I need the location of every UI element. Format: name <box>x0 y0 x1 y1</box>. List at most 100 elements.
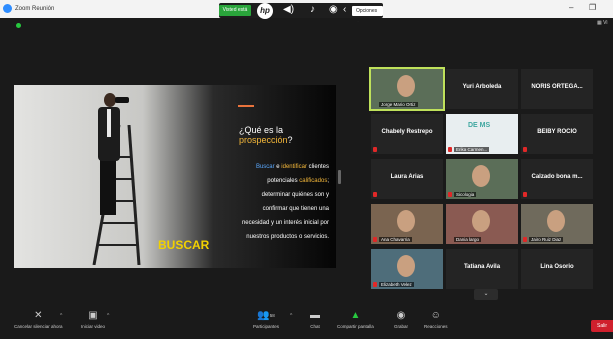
slide-text-segment: determinar quiénes son y <box>261 192 329 198</box>
binoculars-icon <box>115 97 129 103</box>
participant-name-label: Ana Chavarria <box>379 237 412 242</box>
participant-name: Yuri Arboleda <box>462 84 502 90</box>
record-icon: ◉ <box>396 310 406 321</box>
sharing-status-badge[interactable]: Visted está <box>219 5 251 16</box>
start-video-button[interactable]: ▣ Iniciar video <box>81 310 105 330</box>
participant-tile[interactable]: Chabely Restrepo <box>371 114 443 154</box>
encryption-status-icon[interactable] <box>16 23 21 28</box>
participant-name-label: Dania largo <box>454 237 482 242</box>
participant-name: Calzado bona m... <box>531 174 583 180</box>
participant-name: Laura Arias <box>390 174 424 180</box>
slide-body-line: Buscar e identificar clientes <box>214 160 329 174</box>
view-toggle[interactable]: ▦ Vi <box>597 20 607 26</box>
participant-tile[interactable]: Yuri Arboleda <box>446 69 518 109</box>
participant-name: Lina Osorio <box>540 264 574 270</box>
participant-name: NORIS ORTEGA... <box>531 84 583 90</box>
maximize-button[interactable]: ❐ <box>589 3 596 12</box>
mute-button[interactable]: ✕ Cancelar silenciar ahora <box>14 311 63 330</box>
participant-name-label: Jorge Mario Ortiz <box>379 102 418 107</box>
participant-name: Chabely Restrepo <box>381 129 433 135</box>
slide-heading-highlight: prospección? <box>239 135 293 145</box>
slide-body-line: determinar quiénes son y <box>214 188 329 202</box>
participants-button[interactable]: 👥58 Participantes <box>253 310 279 330</box>
muted-mic-icon <box>373 237 377 242</box>
participant-video-face <box>547 210 565 232</box>
participant-video-face <box>397 75 415 97</box>
slide-text-segment: Buscar <box>255 164 275 170</box>
caret-up-icon[interactable]: ^ <box>60 313 62 319</box>
slide-heading: ¿Qué es la <box>239 125 284 135</box>
participant-tile[interactable]: Lina Osorio <box>521 249 593 289</box>
participant-tile[interactable]: Dania largo <box>446 204 518 244</box>
muted-mic-icon <box>523 192 527 197</box>
panel-resize-handle[interactable] <box>338 170 341 184</box>
slide-text-segment: necesidad y un interés inicial por <box>241 220 329 226</box>
broadcast-icon[interactable]: ◉ <box>329 4 338 15</box>
participant-tile[interactable]: DE MS Erika Carmen... <box>446 114 518 154</box>
caret-up-icon[interactable]: ^ <box>290 313 292 319</box>
participant-tile[interactable]: Ana Chavarria <box>371 204 443 244</box>
slide-body-line: necesidad y un interés inicial por <box>214 216 329 230</box>
slide-body-text: Buscar e identificar clientes potenciales… <box>214 160 329 244</box>
reactions-button[interactable]: ☺ Reacciones <box>424 310 448 330</box>
share-control-bar: Visted está hp ◀) ♪ ◉ ‹ Opciones ⌄ <box>219 3 383 24</box>
participant-name: Tatiana Avila <box>463 264 501 270</box>
person-legs <box>100 159 116 215</box>
slide-text-segment: nuestros productos o servicios. <box>246 234 329 240</box>
speaker-volume-icon[interactable]: ◀) <box>283 4 294 15</box>
slide-body-line: confirmar que tienen una <box>214 202 329 216</box>
participant-tile[interactable]: Jairo Ruiz Diaz <box>521 204 593 244</box>
participant-name-label: Jairo Ruiz Diaz <box>529 237 564 242</box>
chat-button[interactable]: ▬ Chat <box>310 310 320 330</box>
muted-mic-icon <box>448 147 452 152</box>
participant-name: BEIBY ROCIO <box>537 129 577 135</box>
participant-tile[interactable]: Tatiana Avila <box>446 249 518 289</box>
participant-name-label: Sicologia <box>454 192 477 197</box>
participant-tile[interactable]: Elizabeth Velez <box>371 249 443 289</box>
muted-mic-icon <box>373 282 377 287</box>
participant-tile[interactable]: Laura Arias <box>371 159 443 199</box>
record-button[interactable]: ◉ Grabar <box>394 310 408 330</box>
slide-body-line: nuestros productos o servicios. <box>214 230 329 244</box>
participant-video-face <box>472 210 490 232</box>
slide-accent-line <box>238 105 254 107</box>
participants-icon: 👥58 <box>257 310 275 321</box>
participant-video-face <box>397 210 415 232</box>
hp-logo-icon: hp <box>257 3 273 19</box>
participant-name-label: Erika Carmen... <box>454 147 490 152</box>
slide-text-segment: confirmar que tienen una <box>262 206 329 212</box>
participant-tile[interactable]: NORIS ORTEGA... <box>521 69 593 109</box>
muted-mic-icon <box>523 147 527 152</box>
share-screen-button[interactable]: ▲ Compartir pantalla <box>337 311 374 330</box>
reactions-icon: ☺ <box>430 310 441 321</box>
participant-logo-image: DE MS <box>468 122 491 129</box>
chevron-left-icon[interactable]: ‹ <box>343 4 346 15</box>
shared-screen-slide: ¿Qué es la prospección? Buscar e identif… <box>14 85 336 268</box>
person-shirt <box>107 109 111 137</box>
options-dropdown[interactable]: Opciones ⌄ <box>352 6 383 24</box>
slide-body-line: potenciales calificados; <box>214 174 329 188</box>
slide-buscar-label: BUSCAR <box>158 238 210 252</box>
slide-text-segment: ; <box>327 178 329 184</box>
minimize-button[interactable]: – <box>569 3 573 12</box>
participant-video-face <box>397 255 415 277</box>
caret-up-icon[interactable]: ^ <box>107 313 109 319</box>
window-title: Zoom Reunión <box>15 6 55 12</box>
muted-mic-icon <box>373 147 377 152</box>
muted-mic-icon <box>373 192 377 197</box>
leave-meeting-button[interactable]: Salir <box>591 320 613 332</box>
chat-icon: ▬ <box>310 310 320 321</box>
microphone-icon[interactable]: ♪ <box>310 4 315 15</box>
participant-tile[interactable]: BEIBY ROCIO <box>521 114 593 154</box>
chevron-down-icon[interactable]: ⌄ <box>474 289 498 300</box>
muted-mic-icon <box>448 192 452 197</box>
participant-tile[interactable]: Calzado bona m... <box>521 159 593 199</box>
participant-name-label: Elizabeth Velez <box>379 282 414 287</box>
slide-text-segment: identificar <box>281 164 307 170</box>
video-off-icon: ▣ <box>88 310 98 321</box>
participant-tile[interactable]: Sicologia <box>446 159 518 199</box>
participant-tile[interactable]: Jorge Mario Ortiz <box>369 67 445 111</box>
slide-text-segment: clientes <box>306 164 329 170</box>
muted-mic-icon <box>523 237 527 242</box>
slide-text-segment: potenciales <box>267 178 298 184</box>
